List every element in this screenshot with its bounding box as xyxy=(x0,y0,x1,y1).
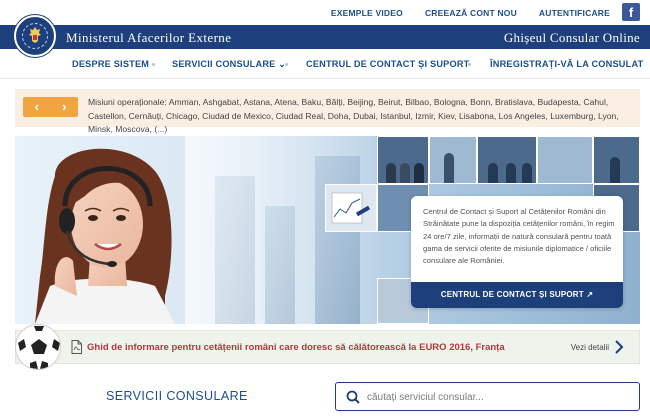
guide-title[interactable]: Ghid de informare pentru cetățenii român… xyxy=(87,342,505,353)
video-examples-link[interactable]: EXEMPLE VIDEO xyxy=(331,8,403,18)
photo-tile xyxy=(429,136,477,184)
prev-arrow-icon[interactable]: ‹ xyxy=(23,97,51,117)
missions-ticker: ‹ › Misiuni operaționale: Amman, Ashgaba… xyxy=(15,89,640,134)
photo-tile xyxy=(537,136,593,184)
top-links: EXEMPLE VIDEO CREEAZĂ CONT NOU AUTENTIFI… xyxy=(331,8,610,18)
portal-title: Ghișeul Consular Online xyxy=(503,30,640,45)
nav-despre-sistem[interactable]: DESPRE SISTEM xyxy=(72,59,149,69)
contact-center-card: Centrul de Contact și Suport al Cetățeni… xyxy=(411,196,623,308)
nav-servicii-consulare[interactable]: SERVICII CONSULARE ⌄ xyxy=(172,59,286,70)
nav-separator xyxy=(468,63,471,66)
ticker-controls: ‹ › xyxy=(23,97,78,117)
search-icon xyxy=(346,390,360,404)
support-agent-photo xyxy=(35,148,175,324)
contact-center-description: Centrul de Contact și Suport al Cetățeni… xyxy=(423,207,615,266)
football-icon xyxy=(15,324,61,370)
euro2016-guide-banner[interactable]: Ghid de informare pentru cetățenii român… xyxy=(15,330,640,364)
chevron-right-icon[interactable] xyxy=(613,339,625,355)
see-details-link[interactable]: Vezi detalii xyxy=(571,343,609,352)
ministry-title: Ministerul Afacerilor Externe xyxy=(66,30,232,45)
facebook-icon[interactable]: f xyxy=(622,3,640,21)
service-search-box xyxy=(335,382,640,411)
next-arrow-icon[interactable]: › xyxy=(51,97,79,117)
nav-separator xyxy=(152,63,155,66)
external-link-icon: ↗ xyxy=(586,290,594,299)
create-account-link[interactable]: CREEAZĂ CONT NOU xyxy=(425,8,517,18)
eagle-icon xyxy=(29,27,41,43)
contact-center-button[interactable]: CENTRUL DE CONTACT ȘI SUPORT ↗ xyxy=(411,282,623,308)
nav-centrul-contact[interactable]: CENTRUL DE CONTACT ȘI SUPORT xyxy=(306,59,470,69)
nav-separator xyxy=(285,63,288,66)
photo-tile xyxy=(477,136,537,184)
photo-tile xyxy=(593,136,640,184)
login-link[interactable]: AUTENTIFICARE xyxy=(539,8,610,18)
search-input[interactable] xyxy=(367,388,629,406)
pdf-icon xyxy=(71,340,82,354)
coat-of-arms-logo[interactable] xyxy=(14,15,56,57)
photo-tile xyxy=(377,136,429,184)
photo-tile xyxy=(325,184,377,232)
top-utility-bar: EXEMPLE VIDEO CREEAZĂ CONT NOU AUTENTIFI… xyxy=(0,0,650,25)
chart-paper-icon xyxy=(331,192,371,224)
consular-services-heading: SERVICII CONSULARE xyxy=(106,389,248,403)
nav-inregistrati-va[interactable]: ÎNREGISTRAȚI-VĂ LA CONSULAT xyxy=(490,59,643,69)
main-nav: DESPRE SISTEM SERVICII CONSULARE ⌄ CENTR… xyxy=(0,49,650,79)
site-header: Ministerul Afacerilor Externe Ghișeul Co… xyxy=(0,25,650,49)
missions-list-text: Misiuni operaționale: Amman, Ashgabat, A… xyxy=(88,97,619,134)
